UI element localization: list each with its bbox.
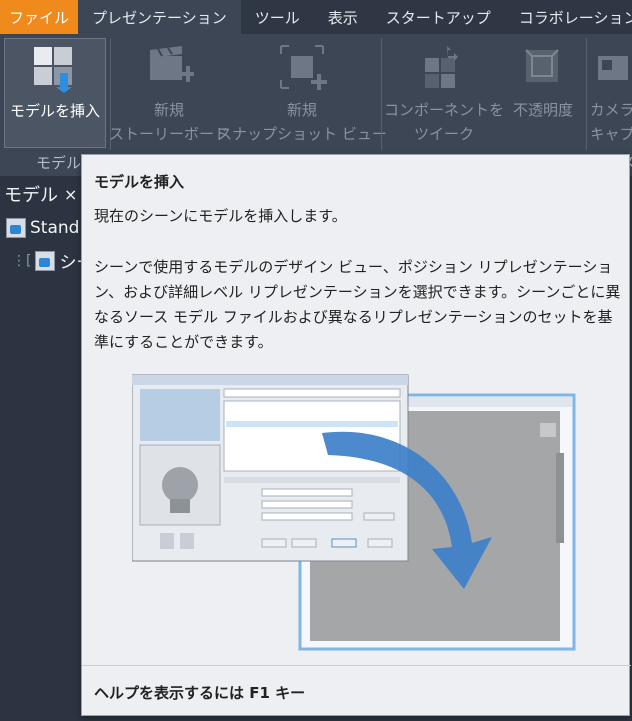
tab-startup[interactable]: スタートアップ bbox=[372, 0, 505, 34]
tab-file[interactable]: ファイル bbox=[0, 0, 78, 34]
tab-view[interactable]: 表示 bbox=[314, 0, 372, 34]
insert-model-tooltip: モデルを挿入 現在のシーンにモデルを挿入します。 シーンで使用するモデルのデザイ… bbox=[81, 154, 631, 716]
insert-dialog-illustration bbox=[131, 374, 576, 651]
tooltip-illustration bbox=[131, 373, 582, 653]
tree-item-standard[interactable]: Stand bbox=[6, 218, 79, 238]
tweak-components-icon bbox=[416, 38, 472, 96]
browser-header: モデル × bbox=[0, 176, 82, 212]
ribbon-separator bbox=[586, 38, 587, 150]
camera-capture-button[interactable]: カメラ キャプ bbox=[592, 38, 632, 146]
tweak-components-line1: コンポーネントを bbox=[384, 101, 505, 119]
assembly-icon bbox=[6, 218, 26, 238]
new-snapshot-label: 新規 スナップショット ビュー bbox=[217, 98, 387, 146]
insert-model-label: モデルを挿入 bbox=[9, 102, 100, 120]
new-storyboard-line1: 新規 bbox=[154, 101, 185, 119]
new-storyboard-label: 新規 ストーリーボード bbox=[109, 98, 229, 146]
storyboard-icon bbox=[141, 38, 197, 96]
ribbon-separator bbox=[381, 38, 382, 150]
insert-model-icon bbox=[27, 39, 83, 97]
new-snapshot-line2: スナップショット ビュー bbox=[217, 125, 387, 143]
opacity-button[interactable]: 不透明度 bbox=[503, 38, 583, 122]
tree-connector-icon: ⋮[ bbox=[12, 252, 32, 269]
camera-icon bbox=[592, 38, 632, 96]
snapshot-icon bbox=[274, 38, 330, 96]
ribbon-tab-bar: ファイル プレゼンテーション ツール 表示 スタートアップ コラボレーション bbox=[0, 0, 632, 34]
tooltip-subtitle: 現在のシーンにモデルを挿入します。 bbox=[94, 207, 347, 225]
tab-tools[interactable]: ツール bbox=[241, 0, 314, 34]
app-window: ファイル プレゼンテーション ツール 表示 スタートアップ コラボレーション モ… bbox=[0, 0, 632, 721]
tooltip-help-hint: ヘルプを表示するには F1 キー bbox=[94, 684, 306, 702]
browser-title: モデル bbox=[4, 185, 58, 206]
opacity-label: 不透明度 bbox=[512, 101, 573, 119]
new-storyboard-line2: ストーリーボード bbox=[109, 125, 230, 143]
camera-capture-line2: キャプ bbox=[592, 125, 632, 143]
camera-capture-label: カメラ キャプ bbox=[592, 98, 632, 146]
model-browser: モデル × Stand ⋮[ シー bbox=[0, 176, 93, 721]
panel-label-model: モデル bbox=[36, 154, 82, 172]
opacity-icon bbox=[515, 38, 571, 96]
tree-item-label: Stand bbox=[30, 218, 80, 238]
new-snapshot-line1: 新規 bbox=[286, 101, 317, 119]
tooltip-title: モデルを挿入 bbox=[94, 173, 185, 191]
tooltip-body: シーンで使用するモデルのデザイン ビュー、ポジション リプレゼンテーション、およ… bbox=[94, 258, 621, 351]
tab-collaboration[interactable]: コラボレーション bbox=[505, 0, 632, 34]
tweak-components-label: コンポーネントを ツイーク bbox=[384, 98, 504, 146]
new-storyboard-button[interactable]: 新規 ストーリーボード bbox=[109, 38, 229, 146]
browser-close-icon[interactable]: × bbox=[64, 185, 77, 204]
scene-icon bbox=[35, 250, 56, 271]
insert-model-button[interactable]: モデルを挿入 bbox=[4, 38, 106, 148]
tweak-components-button[interactable]: コンポーネントを ツイーク bbox=[384, 38, 504, 146]
new-snapshot-view-button[interactable]: 新規 スナップショット ビュー bbox=[217, 38, 387, 146]
camera-capture-line1: カメラ bbox=[592, 101, 632, 119]
tab-presentation[interactable]: プレゼンテーション bbox=[78, 0, 241, 34]
tweak-components-line2: ツイーク bbox=[414, 125, 475, 143]
tooltip-divider bbox=[82, 665, 631, 666]
